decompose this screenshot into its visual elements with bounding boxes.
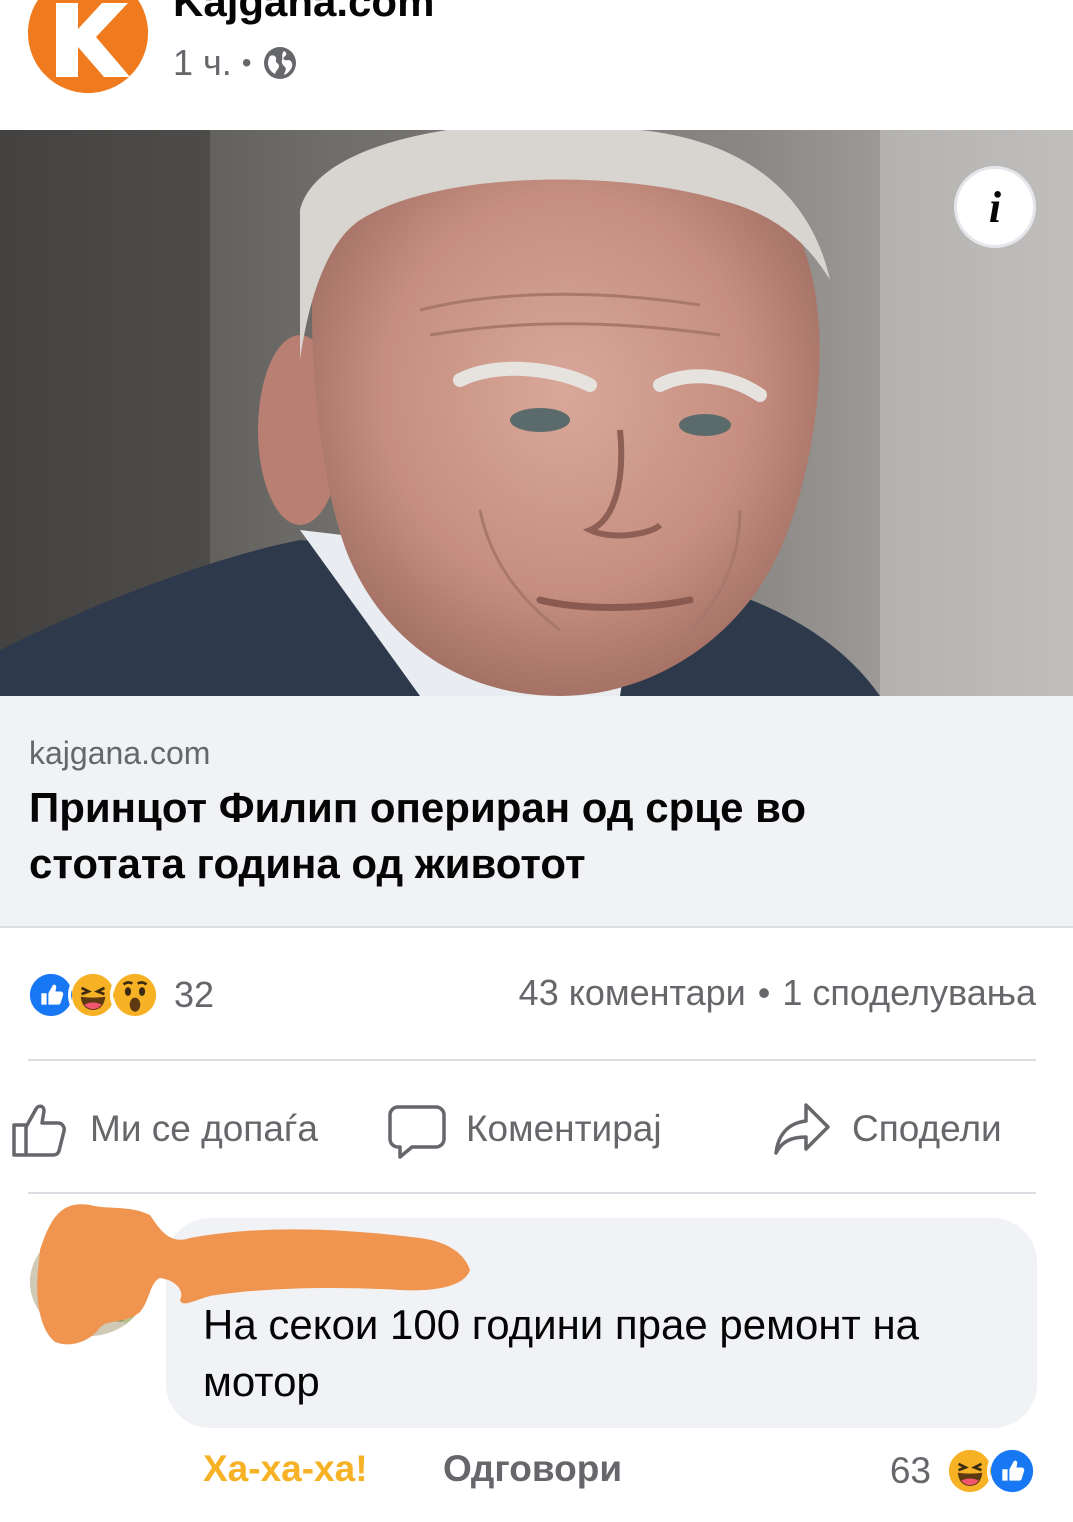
thumbs-up-icon [12,1104,66,1157]
divider [28,1059,1036,1061]
comment-reactions[interactable]: 63 [890,1446,1037,1496]
share-arrow-icon [774,1103,830,1155]
like-button[interactable]: Ми се допаѓа [10,1096,318,1162]
reply-button[interactable]: Одговори [443,1448,622,1490]
counts-separator: • [757,972,771,1013]
commenter-avatar[interactable] [30,1228,148,1336]
wow-icon [110,970,160,1020]
like-label: Ми се допаѓа [90,1108,318,1149]
comment-button[interactable]: Коментирај [388,1096,662,1162]
page-name[interactable]: Kajgana.com [173,0,434,26]
engagement-counts: 43 коментари • 1 споделувања [519,972,1036,1014]
comment-label: Коментирај [466,1108,662,1149]
reactions-summary[interactable]: 32 [26,968,214,1022]
post-time[interactable]: 1 ч. [173,42,232,84]
link-title[interactable]: Принцот Филип опериран од срце во стотат… [29,780,969,892]
globe-icon [263,47,296,79]
comments-count[interactable]: 43 коментари [519,972,746,1014]
kajgana-logo [28,0,148,93]
post-meta: 1 ч. • [173,42,298,84]
avatar-photo [30,1228,148,1336]
share-button[interactable]: Сподели [772,1096,1002,1162]
link-domain: kajgana.com [29,735,211,771]
comment-haha-reaction[interactable]: Ха-ха-ха! [203,1448,368,1490]
reaction-count: 32 [174,974,215,1015]
divider [28,1192,1036,1194]
like-icon [987,1446,1037,1496]
article-photo [0,130,1073,696]
shares-count[interactable]: 1 споделувања [782,972,1036,1014]
share-label: Сподели [852,1108,1002,1149]
link-preview-image[interactable] [0,130,1073,696]
info-icon[interactable]: i [954,166,1036,248]
comment-text: На секои 100 години прае ремонт на мотор [203,1301,920,1405]
page-avatar[interactable] [28,0,148,93]
meta-separator: • [241,47,252,78]
comment-icon [388,1105,446,1159]
comment-reaction-count: 63 [889,1450,931,1491]
